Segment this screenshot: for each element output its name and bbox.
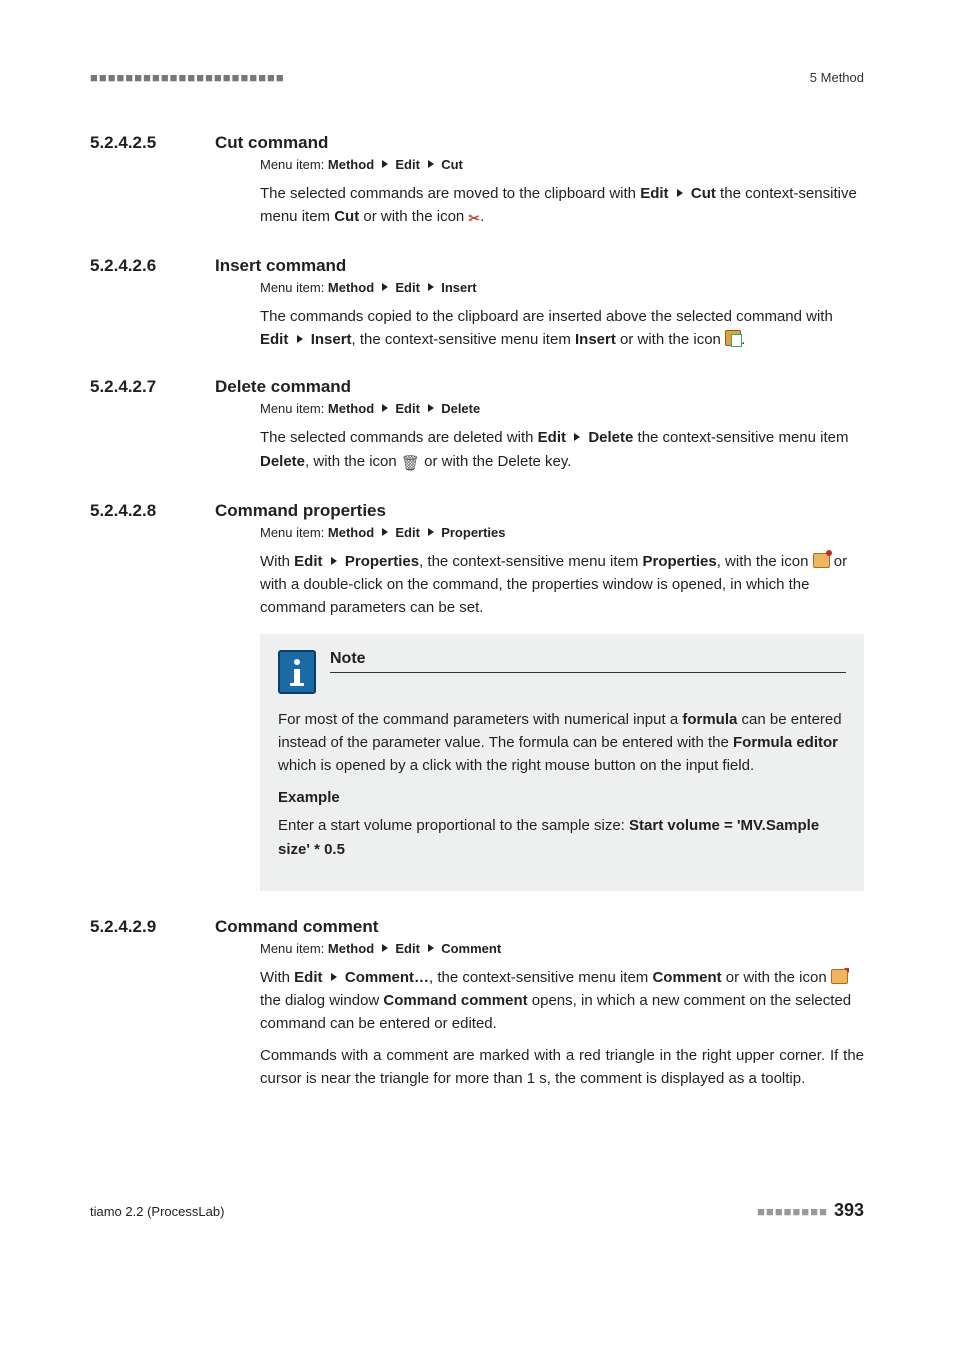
example-label: Example [278,789,846,806]
paragraph: Commands with a comment are marked with … [260,1044,864,1091]
heading-title: Delete command [215,377,351,397]
menu-path: Menu item: Method Edit Delete [260,401,864,416]
chevron-right-icon [428,404,434,412]
section-cut: 5.2.4.2.5 Cut command Menu item: Method … [90,133,864,230]
info-icon [278,650,316,694]
chevron-right-icon [574,433,580,441]
chevron-right-icon [428,944,434,952]
paste-icon [725,330,741,346]
note-box: Note For most of the command parameters … [260,634,864,891]
paragraph: The selected commands are moved to the c… [260,182,864,230]
chevron-right-icon [382,528,388,536]
menu-path: Menu item: Method Edit Insert [260,280,864,295]
heading-number: 5.2.4.2.8 [90,501,185,521]
header-marks: ■■■■■■■■■■■■■■■■■■■■■■ [90,70,285,85]
heading-number: 5.2.4.2.6 [90,256,185,276]
heading-number: 5.2.4.2.7 [90,377,185,397]
chevron-right-icon [297,335,303,343]
paragraph: With Edit Comment…, the context-sensitiv… [260,966,864,1036]
menu-path: Menu item: Method Edit Comment [260,941,864,956]
chevron-right-icon [382,160,388,168]
properties-icon [813,553,830,568]
section-delete: 5.2.4.2.7 Delete command Menu item: Meth… [90,377,864,475]
trash-icon: 🗑 [401,452,420,475]
paragraph: The commands copied to the clipboard are… [260,305,864,352]
heading-title: Command properties [215,501,386,521]
chevron-right-icon [677,189,683,197]
note-paragraph: For most of the command parameters with … [278,708,846,778]
page-footer: tiamo 2.2 (ProcessLab) ■■■■■■■■ 393 [90,1200,864,1221]
chevron-right-icon [428,160,434,168]
heading-title: Insert command [215,256,346,276]
example-paragraph: Enter a start volume proportional to the… [278,814,846,861]
note-title: Note [330,650,846,673]
chevron-right-icon [428,283,434,291]
page-number: 393 [834,1200,864,1221]
chevron-right-icon [382,283,388,291]
scissors-icon: ✂ [468,208,480,230]
chevron-right-icon [382,944,388,952]
chevron-right-icon [331,973,337,981]
paragraph: With Edit Properties, the context-sensit… [260,550,864,620]
section-insert: 5.2.4.2.6 Insert command Menu item: Meth… [90,256,864,352]
menu-path: Menu item: Method Edit Properties [260,525,864,540]
heading-number: 5.2.4.2.5 [90,133,185,153]
chevron-right-icon [331,557,337,565]
section-properties: 5.2.4.2.8 Command properties Menu item: … [90,501,864,891]
chevron-right-icon [428,528,434,536]
section-comment: 5.2.4.2.9 Command comment Menu item: Met… [90,917,864,1090]
footer-product: tiamo 2.2 (ProcessLab) [90,1204,224,1219]
heading-number: 5.2.4.2.9 [90,917,185,937]
chevron-right-icon [382,404,388,412]
heading-title: Command comment [215,917,378,937]
footer-marks: ■■■■■■■■ [757,1204,828,1219]
paragraph: The selected commands are deleted with E… [260,426,864,475]
heading-title: Cut command [215,133,328,153]
page-header: ■■■■■■■■■■■■■■■■■■■■■■ 5 Method [90,70,864,85]
comment-icon [831,969,848,984]
header-chapter: 5 Method [810,70,864,85]
menu-path: Menu item: Method Edit Cut [260,157,864,172]
